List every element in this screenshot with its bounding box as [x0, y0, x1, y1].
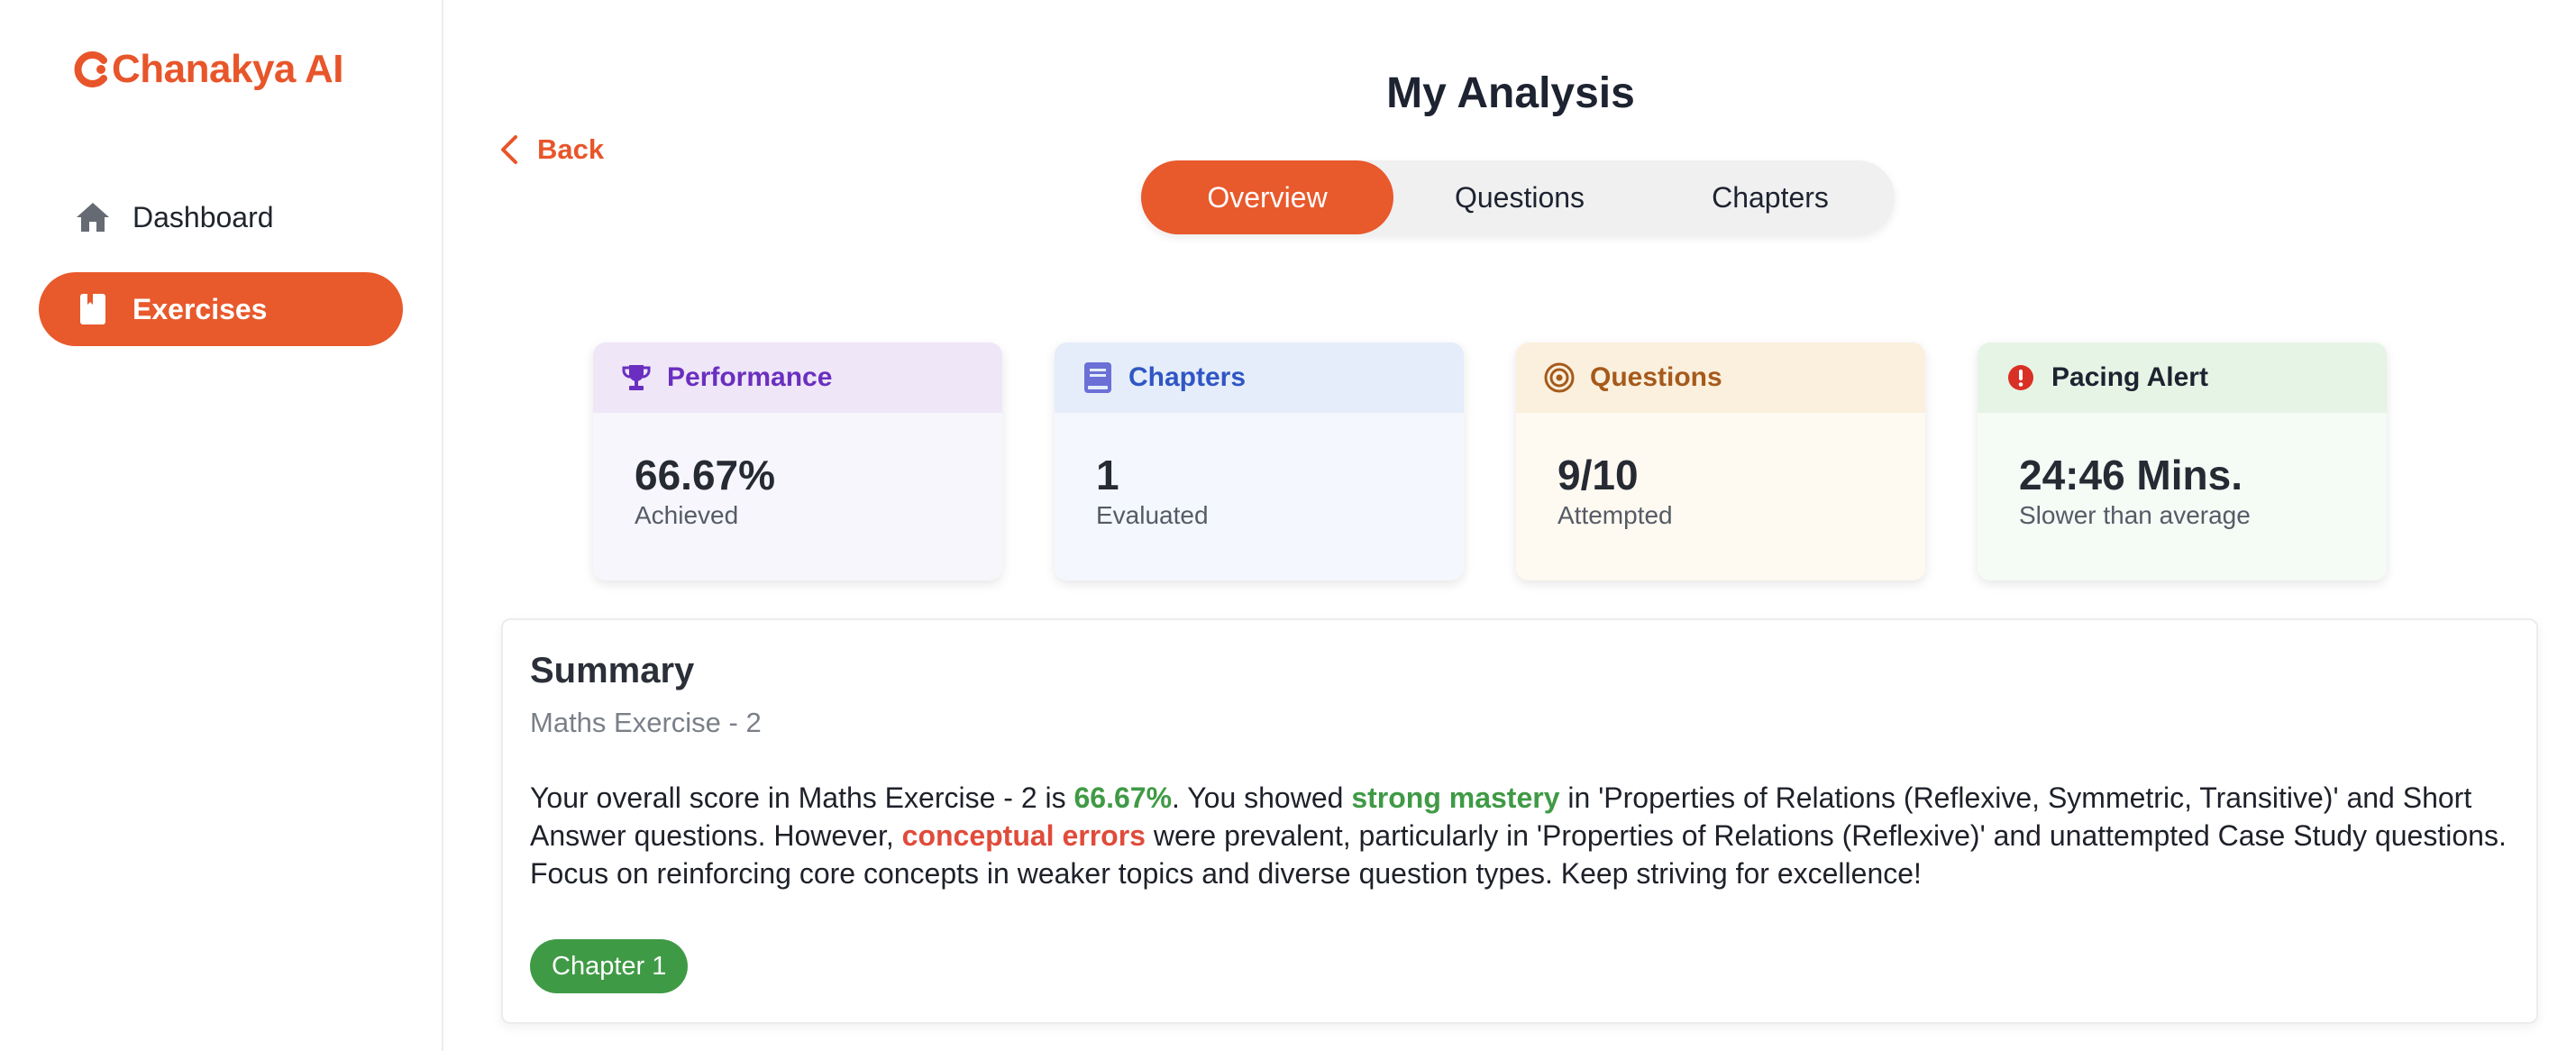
trophy-icon — [620, 361, 653, 394]
card-subtitle: Attempted — [1557, 501, 1673, 529]
pacing-alert-card: Pacing Alert 24:46 Mins. Slower than ave… — [1978, 343, 2387, 580]
sidebar-item-dashboard[interactable]: Dashboard — [39, 180, 403, 254]
sidebar: Chanakya AI Dashboard Exercises — [0, 0, 443, 1051]
target-icon — [1543, 361, 1576, 394]
card-title: Performance — [667, 362, 833, 392]
sidebar-item-label: Exercises — [132, 292, 268, 325]
card-header: Questions — [1516, 343, 1925, 413]
card-title: Chapters — [1128, 362, 1247, 392]
chevron-left-icon — [501, 135, 517, 164]
brand-name: Chanakya AI — [112, 47, 343, 91]
book-icon — [1082, 361, 1114, 394]
chapters-card: Chapters 1 Evaluated — [1055, 343, 1464, 580]
summary-title: Summary — [530, 651, 695, 690]
questions-card: Questions 9/10 Attempted — [1516, 343, 1925, 580]
main-content: My Analysis Back Overview Questions Chap… — [445, 0, 2576, 1051]
home-icon — [75, 199, 111, 235]
strength-highlight: strong mastery — [1351, 781, 1560, 814]
book-icon — [75, 291, 111, 327]
card-subtitle: Evaluated — [1096, 501, 1209, 529]
tab-chapters[interactable]: Chapters — [1646, 160, 1895, 234]
summary-text-part: . You showed — [1172, 781, 1352, 814]
logo-icon — [74, 51, 107, 87]
card-header: Pacing Alert — [1978, 343, 2387, 413]
sidebar-item-label: Dashboard — [132, 200, 274, 233]
card-title: Questions — [1590, 362, 1722, 392]
performance-card: Performance 66.67% Achieved — [593, 343, 1002, 580]
card-value: 24:46 Mins. — [2019, 452, 2243, 498]
analysis-tabs: Overview Questions Chapters — [1141, 160, 1895, 234]
summary-panel: Summary Maths Exercise - 2 Your overall … — [501, 618, 2538, 1024]
card-header: Performance — [593, 343, 1002, 413]
tab-overview[interactable]: Overview — [1141, 160, 1393, 234]
card-value: 1 — [1096, 452, 1119, 498]
weakness-highlight: conceptual errors — [901, 819, 1146, 852]
brand-logo[interactable]: Chanakya AI — [74, 47, 343, 92]
back-button[interactable]: Back — [499, 133, 604, 166]
sidebar-item-exercises[interactable]: Exercises — [39, 272, 403, 346]
summary-text-part: Your overall score in Maths Exercise - 2… — [530, 781, 1074, 814]
card-header: Chapters — [1055, 343, 1464, 413]
card-subtitle: Slower than average — [2019, 501, 2251, 529]
card-subtitle: Achieved — [635, 501, 739, 529]
score-highlight: 66.67% — [1073, 781, 1173, 814]
card-value: 9/10 — [1557, 452, 1639, 498]
tab-questions[interactable]: Questions — [1393, 160, 1646, 234]
chapter-chip[interactable]: Chapter 1 — [530, 939, 689, 993]
summary-text: Your overall score in Maths Exercise - 2… — [530, 779, 2522, 892]
card-title: Pacing Alert — [2051, 362, 2208, 392]
summary-subtitle: Maths Exercise - 2 — [530, 707, 762, 738]
page-title: My Analysis — [1386, 69, 1635, 117]
card-value: 66.67% — [635, 452, 776, 498]
back-label: Back — [537, 133, 605, 165]
alert-icon — [2005, 361, 2037, 394]
